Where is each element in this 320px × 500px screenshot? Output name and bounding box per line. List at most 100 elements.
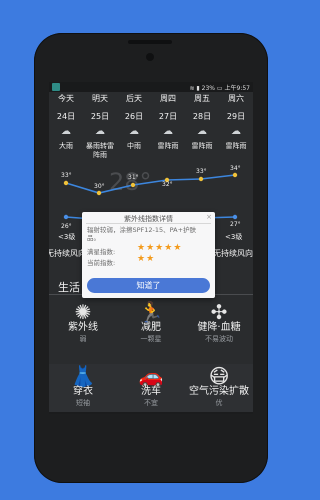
star-icon: ★ bbox=[173, 243, 183, 253]
life-item-value: 不易波动 bbox=[205, 335, 233, 343]
wind-direction: 无持续风向 bbox=[213, 249, 253, 258]
life-item-name: 健降·血糖 bbox=[197, 322, 241, 333]
star-icon: ★ bbox=[164, 243, 174, 253]
high-temp-label: 32° bbox=[162, 181, 173, 188]
star-icon: ★ bbox=[146, 254, 156, 264]
signal-icon: ▮ bbox=[196, 85, 200, 92]
date: 24日 bbox=[56, 112, 76, 121]
weekday[interactable]: 周五 bbox=[185, 93, 219, 104]
ok-button[interactable]: 知道了 bbox=[87, 278, 210, 293]
weekday[interactable]: 周四 bbox=[151, 93, 185, 104]
status-bar: ≋ ▮ 23% ▭ 上午9:57 bbox=[49, 82, 253, 92]
thunderstorm-icon: ☁ bbox=[231, 126, 241, 137]
life-item-value: 短袖 bbox=[76, 399, 90, 407]
current-index-label: 当前指数: bbox=[87, 259, 116, 267]
high-temp-label: 31° bbox=[128, 174, 139, 181]
forecast-weekdays: 今天 明天 后天 周四 周五 周六 bbox=[49, 93, 253, 104]
wind-level: <3级 bbox=[58, 233, 76, 241]
status-right: ≋ ▮ 23% ▭ 上午9:57 bbox=[189, 83, 250, 92]
condition: 中雨 bbox=[127, 142, 141, 150]
date: 29日 bbox=[226, 112, 246, 121]
life-item-name: 穿衣 bbox=[73, 386, 93, 397]
weekday[interactable]: 周六 bbox=[219, 93, 253, 104]
phone-camera bbox=[146, 53, 154, 61]
full-index-stars: ★★★★★ bbox=[137, 243, 182, 253]
screen-bottom-edge bbox=[49, 412, 253, 414]
condition: 雷阵雨 bbox=[157, 142, 179, 150]
life-item-slimming[interactable]: 🏃 减肥 一颗星 bbox=[117, 300, 185, 344]
star-icon: ★ bbox=[155, 243, 165, 253]
car-icon: 🚗 bbox=[138, 364, 164, 388]
life-item-name: 紫外线 bbox=[68, 322, 98, 333]
thunderstorm-icon: ☁ bbox=[163, 126, 173, 137]
forecast-icons: ☁ ☁ ☁ ☁ ☁ ☁ bbox=[49, 126, 253, 142]
rain-icon: ☁ bbox=[129, 126, 139, 137]
high-temp-line bbox=[65, 174, 236, 194]
star-icon: ★ bbox=[146, 243, 156, 253]
date: 27日 bbox=[158, 112, 178, 121]
star-icon: ★ bbox=[137, 243, 147, 253]
clock: 上午9:57 bbox=[224, 85, 250, 92]
phone-speaker bbox=[128, 40, 172, 44]
uv-detail-dialog: 紫外线指数详情 × 辐射较弱，涂擦SPF12-15、PA+护肤品。 满星指数: … bbox=[82, 212, 215, 298]
dress-icon: 👗 bbox=[70, 364, 96, 388]
dialog-description: 辐射较弱，涂擦SPF12-15、PA+护肤品。 bbox=[87, 226, 197, 242]
life-item-value: 不宜 bbox=[144, 399, 158, 407]
app-notification-icon bbox=[52, 83, 60, 91]
star-icon: ★ bbox=[137, 254, 147, 264]
life-item-value: 弱 bbox=[79, 335, 87, 343]
weekday[interactable]: 明天 bbox=[83, 93, 117, 104]
battery-percent: 23% bbox=[201, 85, 215, 92]
high-temp-label: 34° bbox=[230, 165, 241, 172]
current-index-stars: ★★ bbox=[137, 254, 155, 264]
low-temp-point bbox=[63, 214, 69, 220]
life-item-uv[interactable]: ✺ 紫外线 弱 bbox=[49, 300, 117, 344]
mask-icon: 😷 bbox=[208, 364, 230, 388]
condition: 雷阵雨 bbox=[225, 142, 247, 150]
high-temp-label: 30° bbox=[94, 183, 105, 190]
battery-icon: ▭ bbox=[216, 85, 223, 92]
high-temp-point bbox=[96, 190, 102, 196]
close-icon[interactable]: × bbox=[206, 213, 212, 221]
date: 26日 bbox=[124, 112, 144, 121]
rain-icon: ☁ bbox=[95, 126, 105, 137]
dialog-divider bbox=[86, 223, 211, 224]
condition: 大雨 bbox=[59, 142, 73, 150]
rain-icon: ☁ bbox=[61, 126, 71, 137]
low-temp-label: 27° bbox=[230, 221, 241, 228]
low-temp-label: 26° bbox=[61, 223, 72, 230]
wind-direction: 无持续风向 bbox=[49, 249, 86, 258]
life-item-blood-sugar[interactable]: ✣ 健降·血糖 不易波动 bbox=[185, 300, 253, 344]
life-item-value: 一颗星 bbox=[140, 335, 162, 343]
life-item-value: 优 bbox=[215, 399, 223, 407]
wind-level: <3级 bbox=[225, 233, 243, 241]
high-temp-point bbox=[232, 172, 238, 178]
life-item-air-pollution[interactable]: 😷 空气污染扩散 优 bbox=[185, 364, 253, 408]
life-item-name: 空气污染扩散 bbox=[189, 386, 249, 397]
forecast-conditions: 大雨 暴雨转雷阵雨 中雨 雷阵雨 雷阵雨 雷阵雨 bbox=[49, 142, 253, 160]
high-temp-label: 33° bbox=[196, 168, 207, 175]
high-temp-point bbox=[63, 180, 69, 186]
runner-icon: 🏃 bbox=[138, 300, 164, 324]
full-index-label: 满星指数: bbox=[87, 248, 116, 256]
life-item-dressing[interactable]: 👗 穿衣 短袖 bbox=[49, 364, 117, 408]
high-temp-point bbox=[198, 176, 204, 182]
life-item-name: 减肥 bbox=[141, 322, 161, 333]
date: 28日 bbox=[192, 112, 212, 121]
app-screen: ≋ ▮ 23% ▭ 上午9:57 今天 明天 后天 周四 周五 周六 24日 2… bbox=[49, 82, 253, 412]
high-temp-label: 33° bbox=[61, 172, 72, 179]
thunderstorm-icon: ☁ bbox=[197, 126, 207, 137]
life-item-name: 洗车 bbox=[141, 386, 161, 397]
date: 25日 bbox=[90, 112, 110, 121]
wifi-icon: ≋ bbox=[189, 85, 195, 92]
uv-sun-icon: ✺ bbox=[74, 300, 92, 324]
forecast-dates: 24日 25日 26日 27日 28日 29日 bbox=[49, 111, 253, 122]
condition: 雷阵雨 bbox=[191, 142, 213, 150]
life-index-label: 生活 bbox=[58, 281, 80, 294]
weekday[interactable]: 今天 bbox=[49, 93, 83, 104]
life-item-car-wash[interactable]: 🚗 洗车 不宜 bbox=[117, 364, 185, 408]
condition: 暴雨转雷阵雨 bbox=[86, 142, 114, 159]
weekday[interactable]: 后天 bbox=[117, 93, 151, 104]
blood-drop-icon: ✣ bbox=[210, 300, 228, 324]
high-temp-point bbox=[130, 182, 136, 188]
